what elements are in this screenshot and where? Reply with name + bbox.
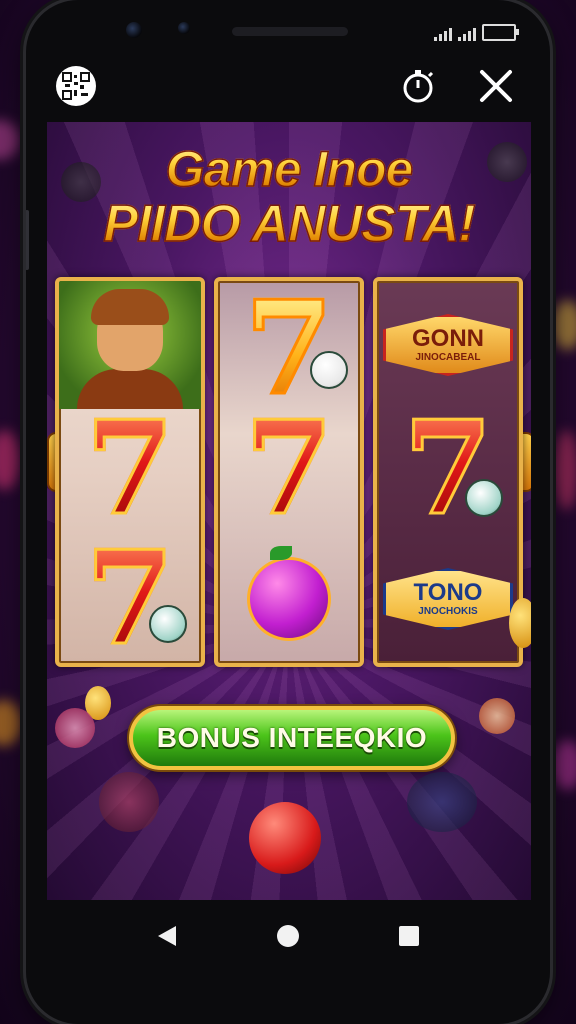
bonus-button[interactable]: BONUS INTEEQKIO [129, 706, 455, 770]
background-bokeh [0, 430, 20, 490]
battery-icon [482, 24, 519, 41]
red-seven-symbol: 7 [377, 404, 519, 535]
reel-3: GONN JINOCABEAL 7 TONO JNOCHOKIS [373, 277, 523, 667]
timer-icon [403, 70, 434, 103]
status-bar [434, 24, 519, 41]
navigation-bar [26, 900, 550, 972]
gonn-emblem-badge: GONN JINOCABEAL [383, 314, 513, 376]
character-portrait [59, 281, 201, 409]
gonn-emblem: GONN JINOCABEAL [377, 281, 519, 409]
front-camera [126, 22, 142, 38]
emoji-face-icon [149, 605, 187, 643]
chip-decoration [55, 708, 95, 748]
plum-icon [247, 546, 331, 641]
red-seven-symbol: 7 [243, 394, 335, 544]
back-triangle-icon[interactable] [147, 916, 187, 956]
background-bokeh [554, 430, 576, 510]
tono-emblem-subtext: JNOCHOKIS [418, 606, 478, 617]
background-bokeh [552, 300, 576, 350]
signal-icon [458, 28, 476, 41]
home-circle-icon[interactable] [268, 916, 308, 956]
apple-decoration [249, 802, 321, 874]
fruit-decoration [99, 772, 159, 832]
power-button [26, 210, 29, 270]
ad-content[interactable]: Game Inoe PIIDO ANUSTA! 7 7 7 7 GONN JIN… [47, 122, 531, 900]
chip-decoration [407, 772, 477, 832]
red-seven-symbol: 7 [84, 394, 176, 544]
tono-emblem-badge: TONO JNOCHOKIS [383, 568, 513, 630]
reel-2: 7 7 [214, 277, 364, 667]
gonn-emblem-subtext: JINOCABEAL [415, 352, 481, 363]
front-sensor [178, 22, 190, 34]
background-bokeh [552, 740, 576, 790]
ad-title-line1: Game Inoe [47, 140, 531, 198]
earpiece-speaker [232, 27, 348, 36]
qr-code-icon [62, 72, 90, 100]
tono-emblem: TONO JNOCHOKIS [377, 535, 519, 663]
background-bokeh [0, 120, 20, 160]
chip-decoration [479, 698, 515, 734]
reel-1: 7 7 [55, 277, 205, 667]
background-bokeh [0, 700, 22, 746]
coin-decoration [509, 598, 531, 648]
emoji-face-icon [310, 351, 348, 389]
portrait-hair [91, 289, 169, 325]
phone-frame: Game Inoe PIIDO ANUSTA! 7 7 7 7 GONN JIN… [26, 0, 550, 1024]
plum-fruit-symbol [218, 535, 360, 663]
tono-emblem-text: TONO [413, 579, 483, 606]
red-seven-symbol: 7 [59, 534, 201, 663]
slot-reels: 7 7 7 7 GONN JINOCABEAL 7 TONO JNOCHOKIS [55, 277, 523, 667]
close-icon[interactable] [476, 66, 516, 106]
timer-icon[interactable] [398, 66, 438, 106]
recents-square-icon[interactable] [389, 916, 429, 956]
close-icon [480, 70, 512, 102]
ad-title-line2: PIIDO ANUSTA! [47, 194, 531, 254]
emoji-face-icon [465, 479, 503, 517]
signal-icon [434, 28, 452, 41]
qr-code-icon[interactable] [56, 66, 96, 106]
gonn-emblem-text: GONN [412, 325, 484, 352]
